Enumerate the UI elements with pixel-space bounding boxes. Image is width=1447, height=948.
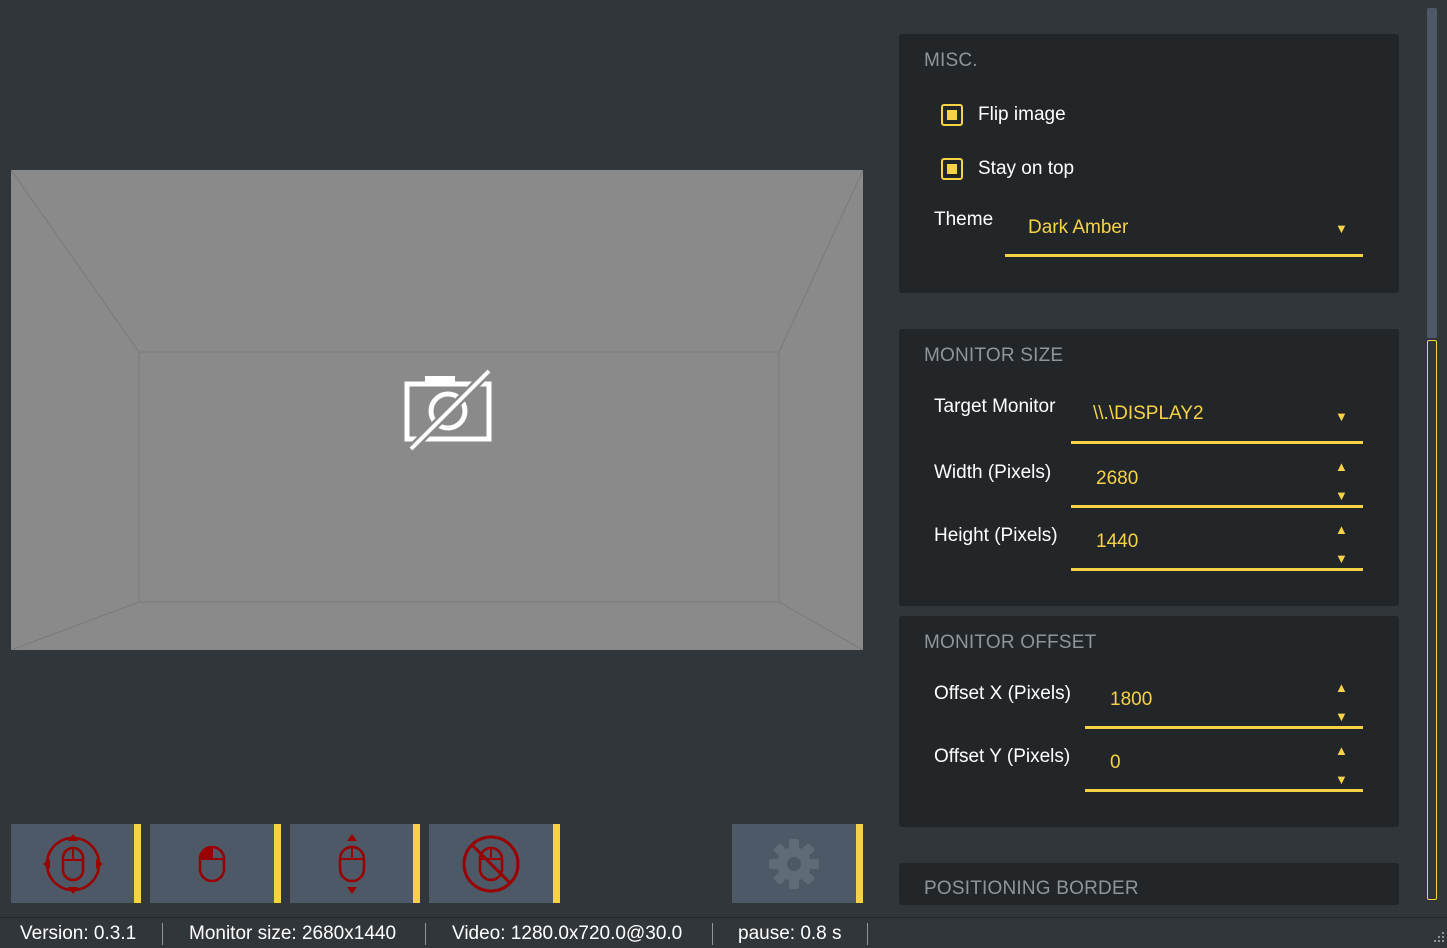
chevron-down-icon: ▼ — [1335, 221, 1348, 236]
spin-up-icon[interactable]: ▲ — [1335, 523, 1348, 536]
theme-select[interactable]: Dark Amber ▼ — [1005, 204, 1363, 257]
mouse-disabled-button[interactable] — [429, 824, 560, 903]
monitor-offset-panel-title: MONITOR OFFSET — [924, 632, 1097, 653]
resize-grip-icon[interactable] — [1432, 930, 1445, 943]
width-value: 2680 — [1096, 468, 1139, 489]
camera-preview — [11, 170, 863, 650]
status-divider — [425, 923, 426, 945]
no-camera-icon — [404, 367, 493, 453]
scrollbar-lower-area[interactable] — [1427, 340, 1437, 900]
status-bar: Version: 0.3.1 Monitor size: 2680x1440 V… — [0, 917, 1447, 948]
flip-image-checkbox[interactable] — [941, 104, 963, 126]
flip-image-label: Flip image — [978, 104, 1066, 125]
stay-on-top-checkbox[interactable] — [941, 158, 963, 180]
status-divider — [712, 923, 713, 945]
offset-y-label: Offset Y (Pixels) — [934, 746, 1071, 767]
stay-on-top-label: Stay on top — [978, 158, 1075, 179]
status-divider — [162, 923, 163, 945]
offset-x-spinbox[interactable]: 1800 ▲ ▼ — [1085, 675, 1363, 729]
spin-up-icon[interactable]: ▲ — [1335, 681, 1348, 694]
status-video: Video: 1280.0x720.0@30.0 — [452, 923, 683, 944]
status-version: Version: 0.3.1 — [20, 923, 137, 944]
settings-button[interactable] — [732, 824, 863, 903]
width-spinbox[interactable]: 2680 ▲ ▼ — [1071, 454, 1363, 508]
target-monitor-select[interactable]: \\.\DISPLAY2 ▼ — [1071, 389, 1363, 444]
mouse-move-all-icon — [42, 833, 103, 894]
mouse-click-icon — [198, 845, 226, 882]
offset-y-spinbox[interactable]: 0 ▲ ▼ — [1085, 738, 1363, 792]
spin-up-icon[interactable]: ▲ — [1335, 460, 1348, 473]
scrollbar-thumb[interactable] — [1427, 8, 1437, 338]
chevron-down-icon: ▼ — [1335, 409, 1348, 424]
height-value: 1440 — [1096, 531, 1139, 552]
offset-y-value: 0 — [1110, 752, 1121, 773]
spin-down-icon[interactable]: ▼ — [1335, 710, 1348, 723]
mouse-disabled-icon — [462, 835, 520, 892]
status-monitor-size: Monitor size: 2680x1440 — [189, 923, 397, 944]
width-label: Width (Pixels) — [934, 462, 1052, 483]
mouse-vertical-icon — [338, 833, 365, 894]
target-monitor-label: Target Monitor — [934, 396, 1056, 417]
spin-down-icon[interactable]: ▼ — [1335, 552, 1348, 565]
mouse-click-button[interactable] — [150, 824, 281, 903]
spin-up-icon[interactable]: ▲ — [1335, 744, 1348, 757]
positioning-border-panel-title: POSITIONING BORDER — [924, 878, 1139, 899]
height-label: Height (Pixels) — [934, 525, 1058, 546]
target-monitor-value: \\.\DISPLAY2 — [1093, 403, 1204, 424]
theme-label: Theme — [934, 209, 994, 230]
spin-down-icon[interactable]: ▼ — [1335, 773, 1348, 786]
monitor-size-panel: MONITOR SIZE Target Monitor \\.\DISPLAY2… — [899, 329, 1399, 606]
spin-down-icon[interactable]: ▼ — [1335, 489, 1348, 502]
misc-panel-title: MISC. — [924, 50, 978, 71]
mouse-vertical-button[interactable] — [290, 824, 420, 903]
misc-panel: MISC. Flip image Stay on top Theme Dark … — [899, 34, 1399, 293]
monitor-offset-panel: MONITOR OFFSET Offset X (Pixels) 1800 ▲ … — [899, 616, 1399, 827]
status-pause: pause: 0.8 s — [738, 923, 842, 944]
gear-icon — [769, 838, 819, 889]
move-all-button[interactable] — [11, 824, 141, 903]
offset-x-value: 1800 — [1110, 689, 1153, 710]
status-divider — [867, 923, 868, 945]
height-spinbox[interactable]: 1440 ▲ ▼ — [1071, 517, 1363, 571]
offset-x-label: Offset X (Pixels) — [934, 683, 1071, 704]
theme-select-value: Dark Amber — [1028, 217, 1129, 238]
positioning-border-panel: POSITIONING BORDER — [899, 863, 1399, 905]
monitor-size-panel-title: MONITOR SIZE — [924, 345, 1064, 366]
